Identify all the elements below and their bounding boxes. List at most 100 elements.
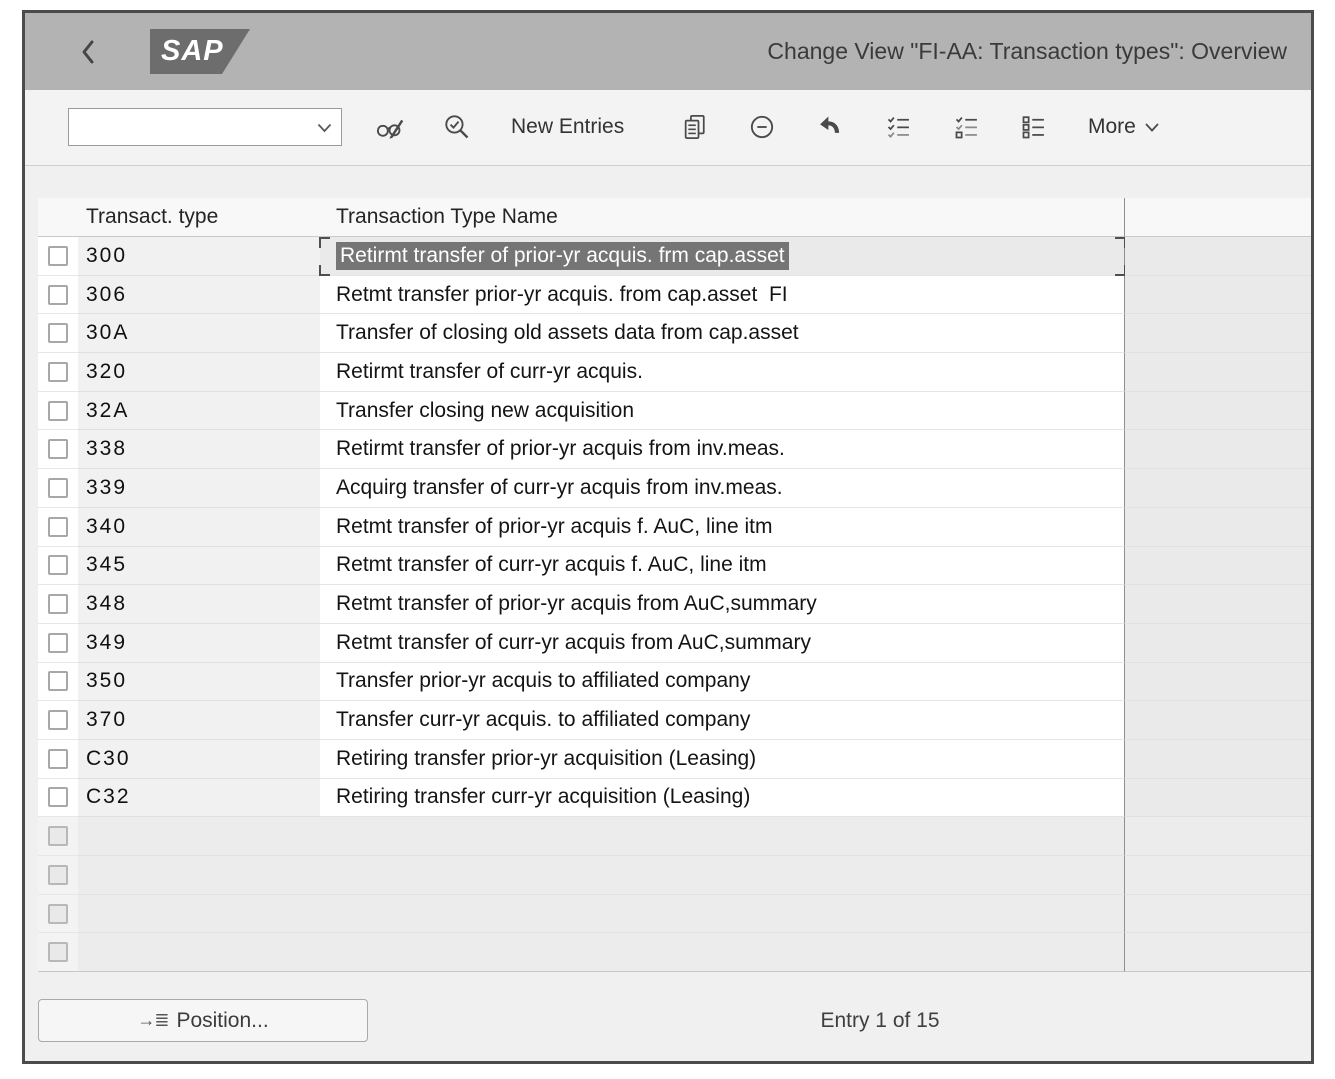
- row-checkbox[interactable]: [48, 671, 68, 691]
- row-code-text: 300: [86, 244, 127, 268]
- row-checkbox[interactable]: [48, 323, 68, 343]
- row-name-text: Retiring transfer prior-yr acquisition (…: [336, 747, 756, 771]
- row-checkbox[interactable]: [48, 787, 68, 807]
- row-code-text: 32A: [86, 399, 129, 423]
- row-name-cell[interactable]: Retiring transfer curr-yr acquisition (L…: [320, 779, 1125, 818]
- row-checkbox[interactable]: [48, 594, 68, 614]
- row-code-cell[interactable]: 370: [78, 701, 320, 740]
- row-code-cell[interactable]: [78, 817, 320, 856]
- row-code-cell[interactable]: [78, 895, 320, 934]
- row-filler-cell: [1125, 817, 1311, 856]
- display-change-button[interactable]: [367, 104, 413, 150]
- table-row: 370 Transfer curr-yr acquis. to affiliat…: [38, 701, 1311, 740]
- row-code-text: 339: [86, 476, 127, 500]
- row-filler-cell: [1125, 547, 1311, 586]
- row-name-cell[interactable]: Acquirg transfer of curr-yr acquis from …: [320, 469, 1125, 508]
- row-name-cell[interactable]: Retmt transfer of curr-yr acquis f. AuC,…: [320, 547, 1125, 586]
- row-name-cell[interactable]: [320, 895, 1125, 934]
- magnifier-check-icon: [443, 113, 471, 141]
- row-checkbox[interactable]: [48, 749, 68, 769]
- table-row: 339 Acquirg transfer of curr-yr acquis f…: [38, 469, 1311, 508]
- row-code-cell[interactable]: 338: [78, 430, 320, 469]
- row-name-cell[interactable]: Retmt transfer of prior-yr acquis from A…: [320, 585, 1125, 624]
- delete-button[interactable]: [739, 104, 785, 150]
- goto-position-icon: →≣: [137, 1010, 168, 1031]
- new-entries-button[interactable]: New Entries: [511, 104, 624, 150]
- position-button[interactable]: →≣ Position...: [38, 999, 368, 1042]
- row-name-cell[interactable]: Retirmt transfer of prior-yr acquis from…: [320, 430, 1125, 469]
- header-select-cell: [38, 198, 78, 237]
- row-name-cell[interactable]: [320, 933, 1125, 972]
- row-checkbox: [48, 942, 68, 962]
- row-checkbox[interactable]: [48, 285, 68, 305]
- row-checkbox[interactable]: [48, 478, 68, 498]
- row-select-cell: [38, 276, 78, 315]
- row-name-cell[interactable]: Retmt transfer of prior-yr acquis f. AuC…: [320, 508, 1125, 547]
- row-code-cell[interactable]: C30: [78, 740, 320, 779]
- row-select-cell: [38, 314, 78, 353]
- row-checkbox[interactable]: [48, 362, 68, 382]
- row-checkbox: [48, 826, 68, 846]
- row-filler-cell: [1125, 663, 1311, 702]
- row-code-cell[interactable]: 306: [78, 276, 320, 315]
- row-code-cell[interactable]: 340: [78, 508, 320, 547]
- back-button[interactable]: [77, 32, 117, 72]
- row-name-text: Transfer prior-yr acquis to affiliated c…: [336, 669, 750, 693]
- row-checkbox[interactable]: [48, 517, 68, 537]
- more-button[interactable]: More: [1088, 104, 1160, 150]
- row-name-cell[interactable]: [320, 817, 1125, 856]
- row-select-cell: [38, 779, 78, 818]
- row-code-cell[interactable]: 30A: [78, 314, 320, 353]
- row-code-text: 320: [86, 360, 127, 384]
- row-name-cell[interactable]: Transfer prior-yr acquis to affiliated c…: [320, 663, 1125, 702]
- row-name-cell[interactable]: Retmt transfer prior-yr acquis. from cap…: [320, 276, 1125, 315]
- copy-as-button[interactable]: [672, 104, 718, 150]
- chevron-down-icon: [1144, 122, 1160, 133]
- row-code-cell[interactable]: [78, 933, 320, 972]
- row-name-text: Transfer curr-yr acquis. to affiliated c…: [336, 708, 750, 732]
- row-checkbox[interactable]: [48, 710, 68, 730]
- table-row: [38, 817, 1311, 856]
- row-checkbox[interactable]: [48, 633, 68, 653]
- row-code-cell[interactable]: C32: [78, 779, 320, 818]
- select-all-button[interactable]: [876, 104, 922, 150]
- row-name-cell[interactable]: Transfer of closing old assets data from…: [320, 314, 1125, 353]
- row-code-cell[interactable]: 350: [78, 663, 320, 702]
- row-code-cell[interactable]: 345: [78, 547, 320, 586]
- row-code-cell[interactable]: 32A: [78, 392, 320, 431]
- deselect-all-button[interactable]: [1011, 104, 1057, 150]
- row-checkbox[interactable]: [48, 401, 68, 421]
- table-row: 320 Retirmt transfer of curr-yr acquis.: [38, 353, 1311, 392]
- details-button[interactable]: [434, 104, 480, 150]
- row-name-cell[interactable]: Retiring transfer prior-yr acquisition (…: [320, 740, 1125, 779]
- row-filler-cell: [1125, 314, 1311, 353]
- select-block-button[interactable]: [944, 104, 990, 150]
- row-filler-cell: [1125, 895, 1311, 934]
- row-checkbox: [48, 865, 68, 885]
- copy-icon: [681, 113, 709, 141]
- row-checkbox[interactable]: [48, 439, 68, 459]
- row-checkbox[interactable]: [48, 246, 68, 266]
- row-name-cell[interactable]: Retirmt transfer of curr-yr acquis.: [320, 353, 1125, 392]
- row-filler-cell: [1125, 508, 1311, 547]
- row-code-cell[interactable]: 349: [78, 624, 320, 663]
- row-code-text: 350: [86, 669, 127, 693]
- chevron-down-icon: [317, 123, 332, 133]
- row-checkbox[interactable]: [48, 555, 68, 575]
- row-code-cell[interactable]: 339: [78, 469, 320, 508]
- row-code-cell[interactable]: 320: [78, 353, 320, 392]
- row-filler-cell: [1125, 740, 1311, 779]
- row-name-cell[interactable]: Retmt transfer of curr-yr acquis from Au…: [320, 624, 1125, 663]
- row-name-text: Retirmt transfer of prior-yr acquis. frm…: [336, 242, 789, 270]
- transaction-code-combobox[interactable]: [68, 108, 342, 146]
- row-code-cell[interactable]: [78, 856, 320, 895]
- row-code-cell[interactable]: 300: [78, 237, 320, 276]
- row-select-cell: [38, 895, 78, 934]
- row-code-cell[interactable]: 348: [78, 585, 320, 624]
- undo-button[interactable]: [807, 104, 853, 150]
- row-name-cell[interactable]: [320, 856, 1125, 895]
- table-row: 30A Transfer of closing old assets data …: [38, 314, 1311, 353]
- row-name-cell[interactable]: Retirmt transfer of prior-yr acquis. frm…: [320, 237, 1125, 276]
- row-name-cell[interactable]: Transfer closing new acquisition: [320, 392, 1125, 431]
- row-name-cell[interactable]: Transfer curr-yr acquis. to affiliated c…: [320, 701, 1125, 740]
